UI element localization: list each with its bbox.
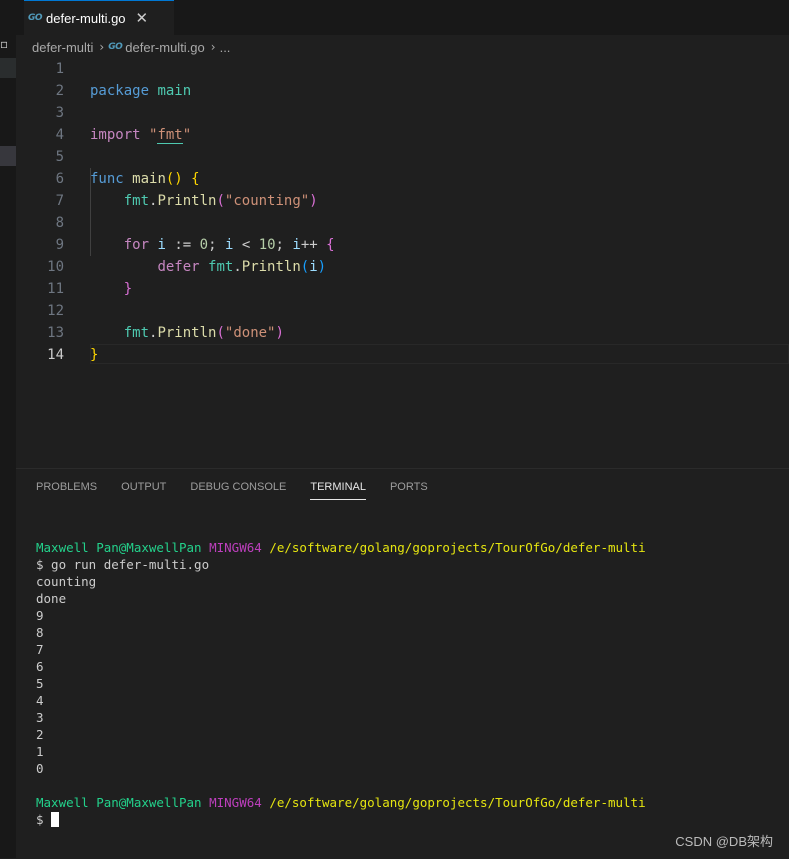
activity-strip: ▫ [0, 0, 16, 858]
terminal-input-line[interactable]: $ [36, 811, 646, 828]
go-file-icon: GO [28, 13, 43, 23]
sidebar-row-highlight[interactable] [0, 58, 16, 78]
terminal-output-line: 7 [36, 642, 44, 657]
terminal-output-line: 0 [36, 761, 44, 776]
watermark: CSDN @DB架构 [675, 834, 773, 849]
line-number-active: 14 [47, 347, 64, 363]
terminal-output-line: 5 [36, 676, 44, 691]
code-editor[interactable]: 1 package main 2 3 import "fmt" 4 5 func… [16, 58, 789, 468]
tab-ports[interactable]: PORTS [390, 481, 428, 500]
terminal-command: $ go run defer-multi.go [36, 557, 210, 572]
tab-debug-console[interactable]: DEBUG CONSOLE [190, 481, 286, 500]
tab-defer-multi-go[interactable]: GO defer-multi.go ✕ [24, 0, 174, 35]
terminal-output-line: 4 [36, 693, 44, 708]
line-number: 1 [55, 61, 64, 77]
line-number: 8 [55, 215, 64, 231]
line-number: 3 [55, 105, 64, 121]
terminal-output-line: 3 [36, 710, 44, 725]
line-number: 12 [47, 303, 64, 319]
terminal-output-line: 9 [36, 608, 44, 623]
breadcrumb-symbols[interactable]: ... [220, 40, 231, 55]
terminal-output-line: 6 [36, 659, 44, 674]
sidebar-row-selected[interactable] [0, 146, 16, 166]
breadcrumb: defer-multi › GO defer-multi.go › ... [32, 36, 230, 58]
line-number: 5 [55, 149, 64, 165]
panel-tabs: PROBLEMS OUTPUT DEBUG CONSOLE TERMINAL P… [36, 481, 452, 500]
breadcrumb-folder[interactable]: defer-multi [32, 40, 93, 55]
terminal-output-line: counting [36, 574, 97, 589]
tab-label: defer-multi.go [46, 10, 126, 26]
close-icon[interactable]: ✕ [136, 9, 149, 27]
breadcrumb-file[interactable]: defer-multi.go [125, 40, 204, 55]
go-file-icon: GO [108, 42, 123, 52]
chevron-right-icon: › [210, 40, 216, 54]
tab-problems[interactable]: PROBLEMS [36, 481, 97, 500]
line-number: 13 [47, 325, 64, 341]
line-number: 2 [55, 83, 64, 99]
line-number: 7 [55, 193, 64, 209]
chevron-right-icon: › [99, 40, 105, 54]
terminal-cursor [51, 812, 60, 827]
sidebar-edge-icon[interactable]: ▫ [0, 36, 14, 52]
line-number: 6 [55, 171, 64, 187]
line-number: 4 [55, 127, 64, 143]
tab-bar: GO defer-multi.go ✕ [16, 0, 789, 35]
terminal-output-line: done [36, 591, 67, 606]
line-number: 9 [55, 237, 64, 253]
terminal-output-line: 1 [36, 744, 44, 759]
terminal[interactable]: Maxwell Pan@MaxwellPan MINGW64 /e/softwa… [36, 539, 646, 828]
terminal-prompt: Maxwell Pan@MaxwellPan MINGW64 /e/softwa… [36, 795, 646, 810]
terminal-prompt: Maxwell Pan@MaxwellPan MINGW64 /e/softwa… [36, 540, 646, 555]
line-number: 11 [47, 281, 64, 297]
terminal-output-line: 8 [36, 625, 44, 640]
tab-output[interactable]: OUTPUT [121, 481, 166, 500]
line-number: 10 [47, 259, 64, 275]
tab-terminal[interactable]: TERMINAL [310, 481, 366, 500]
terminal-output-line: 2 [36, 727, 44, 742]
bottom-panel: PROBLEMS OUTPUT DEBUG CONSOLE TERMINAL P… [16, 468, 789, 859]
